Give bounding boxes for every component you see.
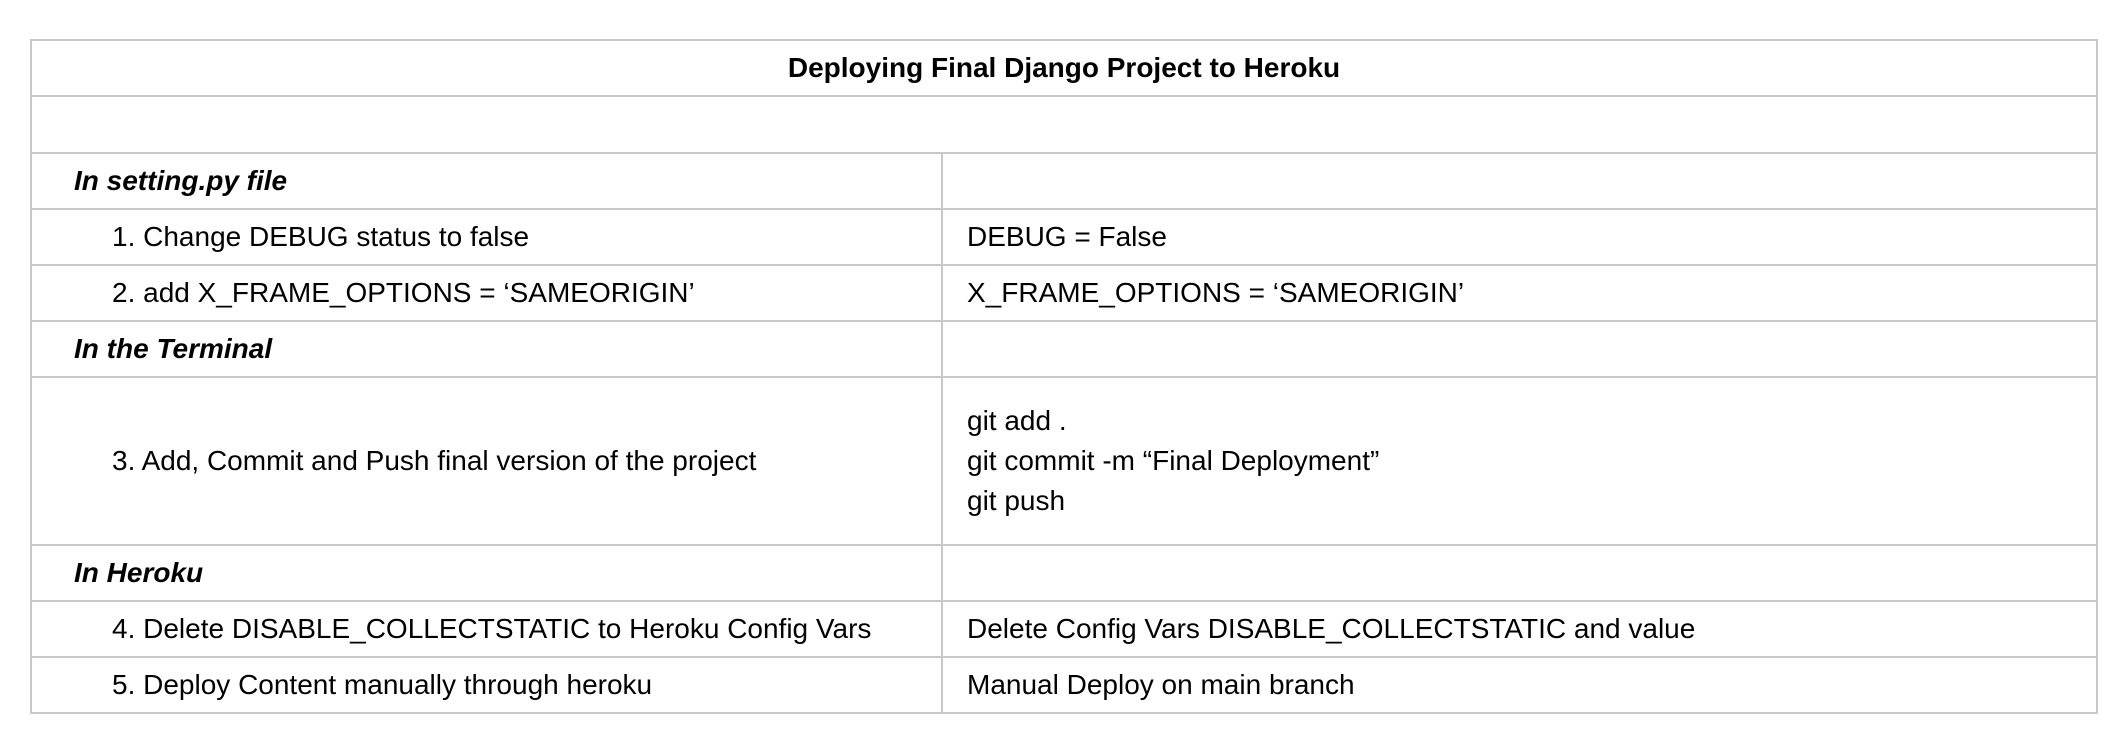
step-row: 5. Deploy Content manually through herok… [30, 656, 2098, 714]
step-1-value: DEBUG = False [941, 208, 2098, 266]
step-row: 4. Delete DISABLE_COLLECTSTATIC to Herok… [30, 600, 2098, 658]
blank-cell [30, 95, 2098, 154]
empty-value-cell [941, 152, 2098, 210]
git-push-command: git push [967, 485, 1066, 516]
section-row: In Heroku [30, 544, 2098, 602]
title-row: Deploying Final Django Project to Heroku [30, 39, 2098, 97]
empty-value-cell [941, 544, 2098, 602]
section-row: In the Terminal [30, 320, 2098, 378]
section-heading-settings: In setting.py file [30, 152, 943, 210]
step-4-value: Delete Config Vars DISABLE_COLLECTSTATIC… [941, 600, 2098, 658]
step-5-value: Manual Deploy on main branch [941, 656, 2098, 714]
deployment-steps-table: Deploying Final Django Project to Heroku… [30, 39, 2098, 714]
step-1-text: 1. Change DEBUG status to false [30, 208, 943, 266]
empty-value-cell [941, 320, 2098, 378]
git-add-command: git add . [967, 405, 1067, 436]
section-row: In setting.py file [30, 152, 2098, 210]
step-row: 2. add X_FRAME_OPTIONS = ‘SAMEORIGIN’ X_… [30, 264, 2098, 322]
step-3-value: git add . git commit -m “Final Deploymen… [941, 376, 2098, 546]
step-row: 3. Add, Commit and Push final version of… [30, 376, 2098, 546]
document-title: Deploying Final Django Project to Heroku [30, 39, 2098, 97]
step-4-text: 4. Delete DISABLE_COLLECTSTATIC to Herok… [30, 600, 943, 658]
step-2-value: X_FRAME_OPTIONS = ‘SAMEORIGIN’ [941, 264, 2098, 322]
step-row: 1. Change DEBUG status to false DEBUG = … [30, 208, 2098, 266]
step-3-text: 3. Add, Commit and Push final version of… [30, 376, 943, 546]
section-heading-heroku: In Heroku [30, 544, 943, 602]
blank-row [30, 95, 2098, 154]
section-heading-terminal: In the Terminal [30, 320, 943, 378]
step-5-text: 5. Deploy Content manually through herok… [30, 656, 943, 714]
step-2-text: 2. add X_FRAME_OPTIONS = ‘SAMEORIGIN’ [30, 264, 943, 322]
git-commit-command: git commit -m “Final Deployment” [967, 445, 1380, 476]
